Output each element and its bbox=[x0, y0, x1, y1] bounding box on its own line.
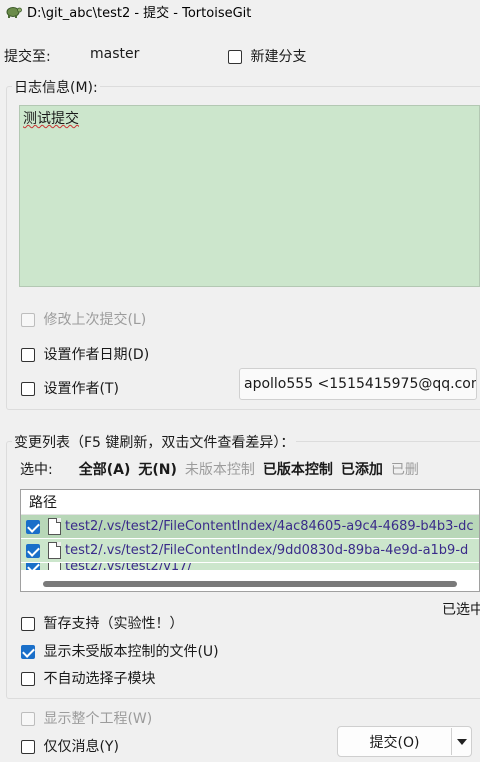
log-message-textarea[interactable]: 测试提交 bbox=[19, 105, 480, 287]
table-row[interactable]: test2/.vs/test2/v17/ bbox=[21, 563, 479, 571]
set-author-date-checkbox[interactable]: 设置作者日期(D) bbox=[21, 344, 149, 364]
filter-none[interactable]: 无(N) bbox=[138, 459, 177, 479]
stash-support-checkbox-box[interactable] bbox=[21, 617, 35, 631]
new-branch-label: 新建分支 bbox=[250, 49, 307, 65]
changes-group-label: 变更列表（F5 键刷新，双击文件查看差异）： bbox=[12, 432, 297, 452]
new-branch-checkbox-box[interactable] bbox=[228, 50, 242, 64]
stash-support-label: 暂存支持（实验性！） bbox=[43, 616, 184, 632]
filter-all[interactable]: 全部(A) bbox=[79, 459, 131, 479]
file-checkbox[interactable] bbox=[26, 543, 40, 558]
author-input[interactable]: apollo555 <1515415975@qq.com> bbox=[239, 368, 477, 400]
commit-dropdown-button[interactable] bbox=[452, 738, 471, 745]
show-unversioned-checkbox-box[interactable] bbox=[21, 645, 35, 659]
set-author-date-label: 设置作者日期(D) bbox=[43, 347, 150, 363]
tortoisegit-icon bbox=[6, 7, 22, 18]
amend-checkbox[interactable]: 修改上次提交(L) bbox=[21, 309, 146, 329]
no-auto-submodule-label: 不自动选择子模块 bbox=[43, 671, 156, 687]
log-message-text: 测试提交 bbox=[23, 111, 79, 127]
filter-deleted[interactable]: 已删 bbox=[391, 459, 419, 479]
file-path: test2/.vs/test2/v17/ bbox=[65, 563, 192, 571]
horizontal-scrollbar[interactable] bbox=[43, 581, 457, 587]
filter-unversioned[interactable]: 未版本控制 bbox=[185, 459, 255, 479]
commit-button[interactable]: 提交(O) bbox=[338, 732, 451, 752]
filter-versioned[interactable]: 已版本控制 bbox=[263, 459, 333, 479]
commit-split-button[interactable]: 提交(O) bbox=[337, 726, 472, 757]
file-checkbox[interactable] bbox=[26, 563, 40, 570]
message-only-checkbox[interactable]: 仅仅消息(Y) bbox=[21, 736, 119, 756]
filter-row: 选中: 全部(A) 无(N) 未版本控制 已版本控制 已添加 已删 bbox=[20, 459, 427, 479]
select-label: 选中: bbox=[20, 462, 53, 478]
file-checkbox[interactable] bbox=[26, 519, 40, 534]
set-author-checkbox[interactable]: 设置作者(T) bbox=[21, 378, 119, 398]
amend-label: 修改上次提交(L) bbox=[43, 312, 147, 328]
selected-status: 已选中 bbox=[442, 602, 480, 618]
window-title: D:\git_abc\test2 - 提交 - TortoiseGit bbox=[27, 5, 252, 21]
show-whole-project-checkbox-box[interactable] bbox=[21, 712, 35, 726]
show-unversioned-label: 显示未受版本控制的文件(U) bbox=[43, 644, 219, 660]
path-column-header[interactable]: 路径 bbox=[21, 490, 479, 515]
commit-to-label: 提交至: bbox=[4, 49, 51, 65]
chevron-down-icon bbox=[456, 738, 467, 745]
file-list[interactable]: 路径 test2/.vs/test2/FileContentIndex/4ac8… bbox=[20, 489, 480, 592]
show-unversioned-checkbox[interactable]: 显示未受版本控制的文件(U) bbox=[21, 641, 219, 661]
file-icon bbox=[48, 563, 61, 570]
filter-added[interactable]: 已添加 bbox=[341, 459, 383, 479]
set-author-checkbox-box[interactable] bbox=[21, 382, 35, 396]
new-branch-checkbox[interactable]: 新建分支 bbox=[228, 46, 306, 66]
stash-support-checkbox[interactable]: 暂存支持（实验性！） bbox=[21, 613, 183, 633]
file-icon bbox=[48, 542, 61, 559]
log-message-group-label: 日志信息(M): bbox=[12, 77, 100, 97]
show-whole-project-checkbox[interactable]: 显示整个工程(W) bbox=[21, 708, 152, 728]
branch-name: master bbox=[90, 46, 140, 62]
no-auto-submodule-checkbox[interactable]: 不自动选择子模块 bbox=[21, 668, 155, 688]
file-icon bbox=[48, 518, 61, 535]
message-only-checkbox-box[interactable] bbox=[21, 740, 35, 754]
file-path: test2/.vs/test2/FileContentIndex/9dd0830… bbox=[65, 543, 469, 558]
set-author-label: 设置作者(T) bbox=[43, 381, 119, 397]
table-row[interactable]: test2/.vs/test2/FileContentIndex/9dd0830… bbox=[21, 539, 479, 563]
file-path: test2/.vs/test2/FileContentIndex/4ac8460… bbox=[65, 519, 474, 534]
show-whole-project-label: 显示整个工程(W) bbox=[43, 711, 153, 727]
title-bar: D:\git_abc\test2 - 提交 - TortoiseGit bbox=[0, 0, 480, 22]
amend-checkbox-box[interactable] bbox=[21, 313, 35, 327]
no-auto-submodule-checkbox-box[interactable] bbox=[21, 672, 35, 686]
set-author-date-checkbox-box[interactable] bbox=[21, 348, 35, 362]
path-header-label: 路径 bbox=[29, 495, 57, 511]
message-only-label: 仅仅消息(Y) bbox=[43, 739, 119, 755]
table-row[interactable]: test2/.vs/test2/FileContentIndex/4ac8460… bbox=[21, 515, 479, 539]
